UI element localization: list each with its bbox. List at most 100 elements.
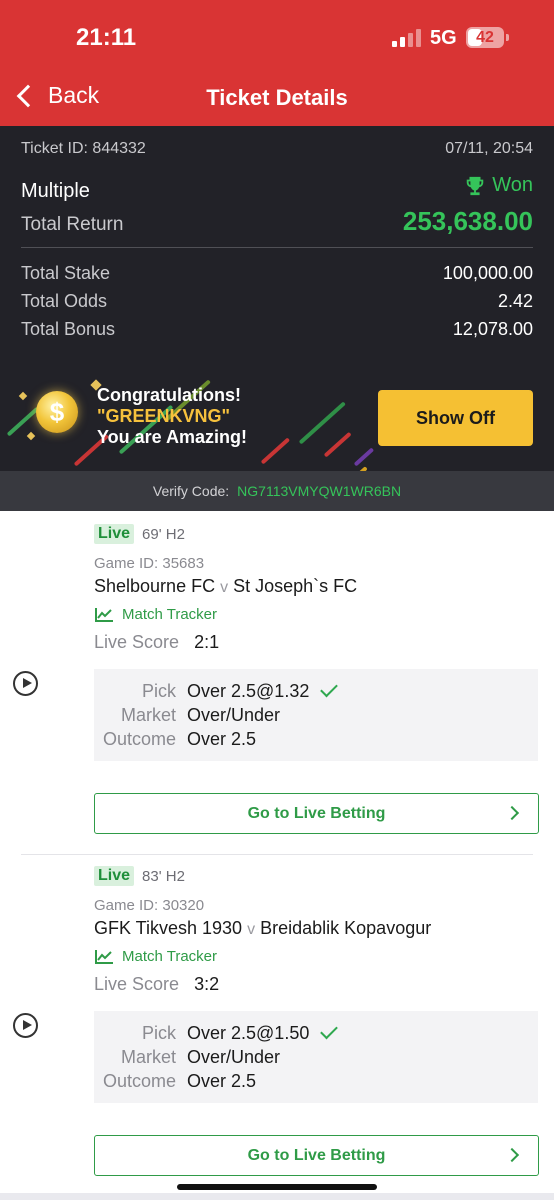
battery-level: 42 [476, 29, 494, 46]
match-teams: Shelbourne FC v St Joseph`s FC [94, 576, 357, 597]
verify-code-bar: Verify Code: NG7113VMYQW1WR6BN [0, 471, 554, 511]
go-to-live-betting-button[interactable]: Go to Live Betting [94, 793, 539, 834]
verify-code-value[interactable]: NG7113VMYQW1WR6BN [237, 483, 401, 499]
market-value: Over/Under [187, 1047, 281, 1067]
play-icon[interactable] [13, 1013, 38, 1038]
network-type: 5G [430, 27, 457, 49]
match-tracker-label: Match Tracker [122, 606, 218, 623]
confetti-streak [298, 401, 346, 445]
pick-row: Pick Over 2.5@1.50 [94, 1021, 538, 1044]
line-chart-icon [95, 607, 113, 622]
live-status-row: Live 69' H2 [94, 524, 185, 544]
total-bonus-row: Total Bonus 12,078.00 [21, 319, 533, 340]
total-return-value: 253,638.00 [402, 206, 533, 236]
away-team: St Joseph`s FC [233, 576, 358, 596]
show-off-button[interactable]: Show Off [378, 390, 533, 446]
outcome-value: Over 2.5 [187, 1071, 257, 1091]
pick-label: Pick [141, 681, 176, 701]
status-time: 21:11 [76, 24, 137, 51]
live-score-value: 2:1 [194, 632, 220, 652]
next-item-edge [0, 1193, 554, 1200]
go-to-live-betting-button[interactable]: Go to Live Betting [94, 1135, 539, 1176]
home-indicator[interactable] [177, 1184, 377, 1190]
outcome-row: Outcome Over 2.5 [94, 1071, 538, 1092]
game-id: Game ID: 30320 [94, 897, 205, 914]
chevron-right-icon [504, 1147, 520, 1163]
match-tracker-label: Match Tracker [122, 948, 218, 965]
sparkle-icon [26, 431, 36, 441]
total-return-label: Total Return [21, 214, 124, 235]
market-row: Market Over/Under [94, 705, 538, 726]
match-time: 69' H2 [142, 525, 185, 543]
congrats-line-1: Congratulations! [97, 385, 241, 405]
match-time: 83' H2 [142, 867, 185, 885]
live-score-value: 3:2 [194, 974, 220, 994]
verify-code-label: Verify Code: [152, 483, 230, 499]
chevron-right-icon [504, 805, 520, 821]
go-to-live-betting-label: Go to Live Betting [247, 1146, 386, 1164]
congrats-line-3: You are Amazing! [97, 427, 248, 447]
market-label: Market [120, 705, 176, 725]
total-return-row: Total Return 253,638.00 [21, 206, 533, 237]
ticket-type-row: Multiple Won [21, 174, 533, 203]
pick-row: Pick Over 2.5@1.32 [94, 679, 538, 702]
check-icon [320, 679, 339, 698]
coin-icon: $ [36, 391, 78, 433]
top-bar: 21:11 5G 42 Back Ticket Details [0, 0, 554, 126]
live-score-row: Live Score 2:1 [94, 632, 219, 653]
home-team: GFK Tikvesh 1930 [94, 918, 243, 938]
bet-divider [21, 854, 533, 855]
congrats-username: "GREENKVNG" [97, 406, 231, 426]
market-row: Market Over/Under [94, 1047, 538, 1068]
ticket-datetime: 07/11, 20:54 [445, 140, 533, 157]
confetti-streak [6, 406, 40, 437]
live-status-row: Live 83' H2 [94, 866, 185, 886]
summary-divider [21, 247, 533, 248]
total-stake-row: Total Stake 100,000.00 [21, 263, 533, 284]
live-score-row: Live Score 3:2 [94, 974, 219, 995]
ticket-status: Won [464, 174, 533, 197]
congratulations-banner: $ Congratulations! "GREENKVNG" You are A… [0, 371, 554, 471]
live-badge: Live [94, 866, 135, 886]
total-odds-row: Total Odds 2.42 [21, 291, 533, 312]
pick-details: Pick Over 2.5@1.50 Market Over/Under Out… [94, 1011, 538, 1103]
match-tracker-link[interactable]: Match Tracker [94, 948, 217, 965]
bet-item: Live 69' H2 Game ID: 35683 Shelbourne FC… [0, 524, 554, 834]
outcome-row: Outcome Over 2.5 [94, 729, 538, 750]
trophy-icon [466, 176, 484, 195]
signal-icon [392, 29, 422, 47]
versus-label: v [247, 921, 256, 938]
match-tracker-link[interactable]: Match Tracker [94, 606, 217, 623]
ticket-summary: Ticket ID: 844332 07/11, 20:54 Multiple … [0, 126, 554, 511]
outcome-value: Over 2.5 [187, 729, 257, 749]
play-icon[interactable] [13, 671, 38, 696]
market-value: Over/Under [187, 705, 281, 725]
total-bonus-label: Total Bonus [21, 319, 116, 339]
battery-icon: 42 [466, 27, 504, 48]
sparkle-icon [18, 391, 28, 401]
confetti-streak [353, 447, 375, 467]
pick-label: Pick [141, 1023, 176, 1043]
game-id: Game ID: 35683 [94, 555, 205, 572]
outcome-label: Outcome [102, 729, 176, 749]
away-team: Breidablik Kopavogur [260, 918, 432, 938]
page-title: Ticket Details [206, 85, 348, 110]
total-stake-value: 100,000.00 [442, 263, 533, 283]
pick-value-text: Over 2.5@1.50 [187, 1023, 310, 1043]
total-odds-value: 2.42 [497, 291, 533, 311]
pick-value: Over 2.5@1.32 [187, 679, 339, 702]
check-icon [320, 1021, 339, 1040]
confetti-streak [260, 437, 291, 465]
ticket-status-label: Won [492, 174, 533, 196]
ticket-meta-row: Ticket ID: 844332 07/11, 20:54 [21, 140, 533, 158]
total-stake-label: Total Stake [21, 263, 111, 283]
versus-label: v [220, 579, 229, 596]
bet-item: Live 83' H2 Game ID: 30320 GFK Tikvesh 1… [0, 866, 554, 1176]
outcome-label: Outcome [102, 1071, 176, 1091]
total-bonus-value: 12,078.00 [452, 319, 533, 339]
live-badge: Live [94, 524, 135, 544]
confetti-streak [323, 431, 352, 458]
ticket-type: Multiple [21, 179, 90, 202]
go-to-live-betting-label: Go to Live Betting [247, 804, 386, 822]
line-chart-icon [95, 949, 113, 964]
